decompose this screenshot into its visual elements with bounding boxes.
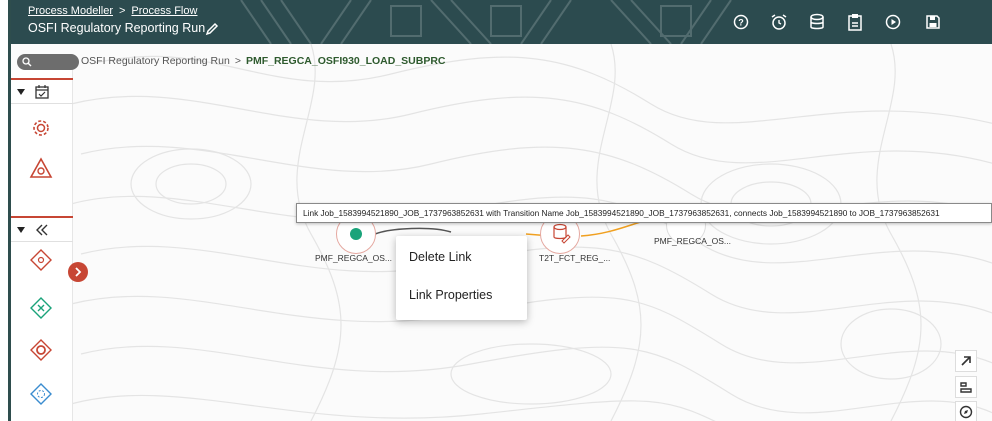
layout-button[interactable] [955,376,977,398]
layout-icon [960,382,972,393]
compass-button[interactable] [955,401,977,421]
pencil-icon[interactable] [204,21,220,37]
link-context-menu: Delete Link Link Properties [396,236,527,320]
expand-palette-button[interactable] [68,262,88,282]
chevron-right-icon [75,267,82,277]
path-current: PMF_REGCA_OSFI930_LOAD_SUBPRC [245,55,446,67]
svg-text:?: ? [738,18,744,28]
clipboard-icon[interactable] [845,12,865,32]
loop-diamond-icon[interactable] [27,380,55,408]
app-frame: Process Modeller > Process Flow OSFI Regul… [8,0,992,421]
node-label: PMF_REGCA_OS... [315,253,392,263]
decision-diamond-icon[interactable] [27,246,55,274]
save-icon[interactable] [923,12,943,32]
node-label: PMF_REGCA_OS... [654,236,731,246]
palette-section-header[interactable] [11,78,73,104]
component-palette [11,70,73,421]
breadcrumb-separator: > [118,5,126,17]
selected-link[interactable] [374,227,452,235]
start-indicator-icon [350,228,362,240]
database-edit-icon [553,223,571,244]
double-chevron-left-icon[interactable] [35,224,49,236]
arrow-diagonal-icon [961,356,971,366]
process-path-breadcrumb: OSFI Regulatory Reporting Run > PMF_REGCA_… [81,55,446,67]
caret-down-icon[interactable] [17,226,25,233]
breadcrumb: Process Modeller > Process Flow [28,5,197,17]
warning-gear-icon[interactable] [27,154,55,182]
compass-icon [959,405,973,419]
fit-expand-button[interactable] [955,350,977,372]
play-icon[interactable] [883,12,903,32]
calendar-icon[interactable] [35,84,49,99]
link-layer [374,218,652,237]
path-parent[interactable]: OSFI Regulatory Reporting Run [81,55,230,67]
search-icon [22,57,32,67]
stop-diamond-icon[interactable] [27,336,55,364]
delete-link-menu-item[interactable]: Delete Link [409,250,472,264]
path-separator: > [234,55,241,67]
alarm-icon[interactable] [769,12,789,32]
help-icon[interactable]: ? [731,12,751,32]
search-input[interactable] [17,54,79,70]
gear-icon[interactable] [27,114,55,142]
caret-down-icon[interactable] [17,88,25,95]
header-bar: Process Modeller > Process Flow OSFI Regul… [11,0,992,44]
node-label: T2T_FCT_REG_... [539,253,611,263]
breadcrumb-process-flow[interactable]: Process Flow [131,5,197,17]
page-title: OSFI Regulatory Reporting Run [28,21,206,35]
palette-section-header[interactable] [11,216,73,242]
link-tooltip: Link Job_1583994521890_JOB_1737963852631… [296,203,992,223]
process-canvas[interactable] [11,44,992,421]
link-properties-menu-item[interactable]: Link Properties [409,288,492,302]
breadcrumb-process-modeller[interactable]: Process Modeller [28,5,113,17]
parallel-diamond-icon[interactable] [27,294,55,322]
database-icon[interactable] [807,12,827,32]
